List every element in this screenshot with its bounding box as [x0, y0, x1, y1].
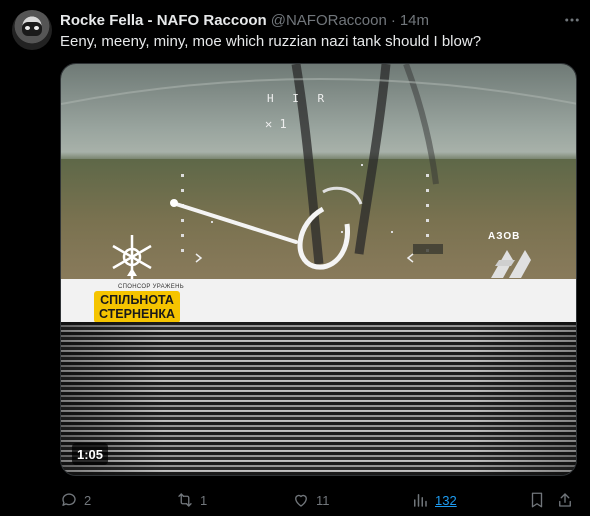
more-options-icon[interactable] — [563, 11, 581, 29]
sponsor-badge-line1: СПІЛЬНОТА — [100, 293, 174, 307]
views-button[interactable]: 132 — [411, 488, 457, 512]
like-count: 11 — [316, 492, 330, 508]
tweet-timestamp[interactable]: 14m — [400, 12, 429, 29]
repost-button[interactable]: 1 — [176, 488, 207, 512]
bookmark-icon — [531, 492, 543, 508]
tweet-header: Rocke Fella - NAFO Raccoon @NAFORaccoon … — [60, 10, 429, 30]
share-button[interactable] — [556, 488, 580, 512]
video-player[interactable]: H I R ✕ 1 АЗОВ СПОНСОР УРАЖЕНЬ СПІЛЬНОТА… — [60, 63, 577, 476]
author-name[interactable]: Rocke Fella - NAFO Raccoon — [60, 12, 267, 29]
repost-count: 1 — [200, 492, 208, 508]
reply-button[interactable]: 2 — [60, 488, 91, 512]
heart-icon — [295, 494, 307, 507]
sponsor-caption: СПОНСОР УРАЖЕНЬ — [118, 284, 184, 290]
reply-count: 2 — [84, 492, 92, 508]
hud-zoom-readout: ✕ 1 — [265, 117, 287, 131]
analytics-icon — [414, 494, 427, 507]
avatar-eye — [25, 26, 30, 30]
tweet-text: Eeny, meeny, miny, moe which ruzzian naz… — [60, 33, 482, 50]
hud-heading-readout: H I R — [267, 92, 331, 105]
reply-icon — [62, 493, 76, 506]
repost-icon — [178, 493, 192, 507]
share-icon — [559, 493, 571, 507]
bookmark-button[interactable] — [528, 488, 552, 512]
views-count: 132 — [435, 492, 457, 508]
header-separator: · — [390, 11, 396, 29]
sternenko-emblem-icon — [112, 235, 152, 279]
author-avatar[interactable] — [12, 10, 52, 50]
sponsor-badge-line2: СТЕРНЕНКА — [98, 307, 176, 321]
tweet-actions: 2 1 11 132 — [60, 488, 580, 512]
more-dots-icon — [565, 18, 579, 22]
avatar-eye — [34, 26, 39, 30]
tweet[interactable]: Rocke Fella - NAFO Raccoon @NAFORaccoon … — [0, 0, 590, 516]
sponsor-badge: СПІЛЬНОТА СТЕРНЕНКА — [94, 291, 180, 323]
video-scan-shade — [61, 322, 576, 475]
author-handle[interactable]: @NAFORaccoon — [271, 12, 387, 29]
video-duration-badge: 1:05 — [72, 443, 109, 465]
azov-logo-label: АЗОВ — [488, 231, 521, 242]
like-button[interactable]: 11 — [292, 488, 330, 512]
